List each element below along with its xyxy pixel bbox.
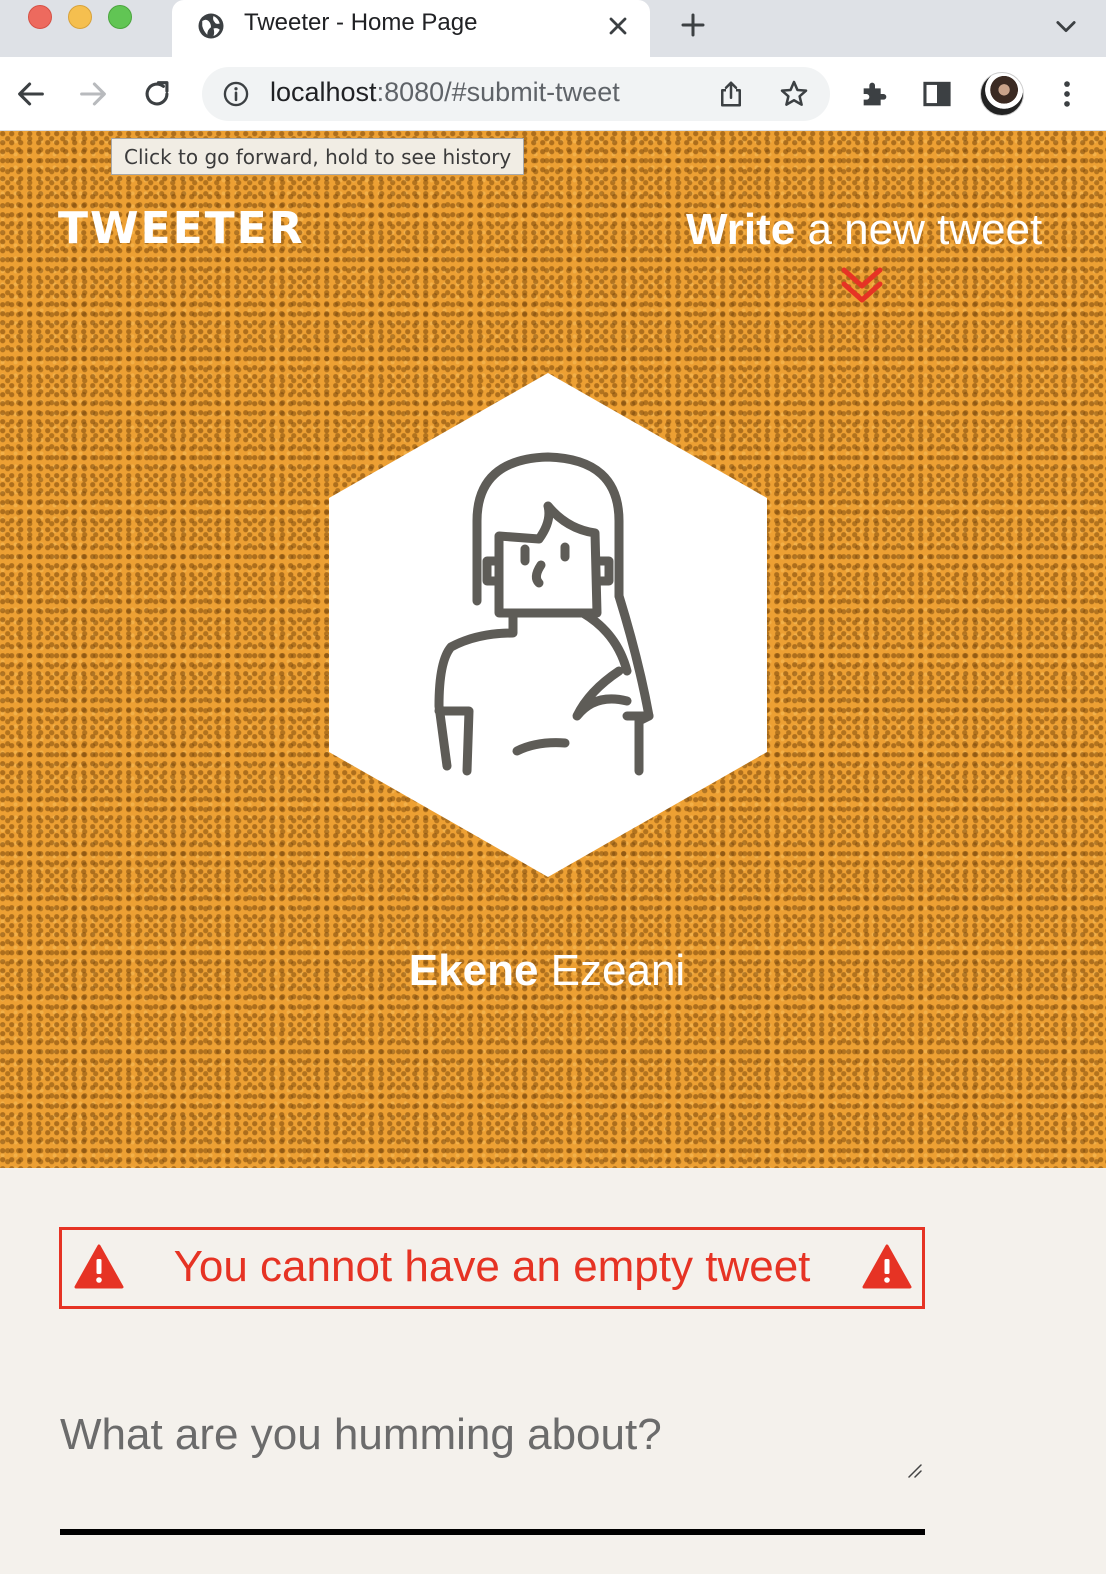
compose-bold: Write: [686, 205, 796, 254]
page-header: TWEETER Write a new tweet Ekene Ezeani: [0, 131, 1106, 1168]
profile-name: Ekene Ezeani: [0, 946, 1094, 996]
compose-rest: a new tweet: [795, 205, 1043, 254]
url-text[interactable]: localhost:8080/#submit-tweet: [270, 77, 620, 108]
new-tab-icon[interactable]: [678, 10, 708, 40]
globe-icon: [198, 13, 224, 39]
reload-icon[interactable]: [140, 77, 174, 111]
error-text: You cannot have an empty tweet: [173, 1242, 811, 1291]
extensions-icon[interactable]: [858, 77, 892, 111]
tab-title: Tweeter - Home Page: [244, 9, 478, 36]
star-icon[interactable]: [778, 78, 810, 110]
share-icon[interactable]: [716, 79, 746, 109]
warning-icon: [862, 1244, 912, 1289]
minimize-window-button[interactable]: [68, 5, 92, 29]
profile-first-name: Ekene: [408, 946, 539, 995]
browser-toolbar: localhost:8080/#submit-tweet: [0, 57, 1106, 131]
close-tab-icon[interactable]: [604, 12, 632, 40]
forward-arrow-icon[interactable]: [76, 77, 110, 111]
info-icon[interactable]: [222, 80, 250, 108]
address-bar[interactable]: localhost:8080/#submit-tweet: [202, 67, 830, 121]
maximize-window-button[interactable]: [108, 5, 132, 29]
browser-tab[interactable]: Tweeter - Home Page: [172, 0, 650, 57]
woman-avatar-icon: [329, 373, 767, 877]
close-window-button[interactable]: [28, 5, 52, 29]
browser-tab-strip: Tweeter - Home Page: [0, 0, 1106, 57]
url-host: localhost: [270, 77, 377, 107]
chevron-down-icon[interactable]: [1052, 12, 1080, 40]
write-tweet-link[interactable]: Write a new tweet: [686, 205, 1042, 255]
back-arrow-icon[interactable]: [14, 77, 48, 111]
profile-last-name: Ezeani: [538, 946, 686, 995]
double-chevron-down-icon[interactable]: [840, 266, 884, 306]
forward-button-tooltip: Click to go forward, hold to see history: [111, 138, 525, 175]
tweet-textarea[interactable]: [60, 1410, 925, 1530]
textarea-underline: [60, 1529, 925, 1535]
more-vert-icon[interactable]: [1050, 77, 1084, 111]
brand-logo[interactable]: TWEETER: [58, 203, 305, 254]
resize-handle-icon[interactable]: [906, 1462, 922, 1478]
side-panel-icon[interactable]: [920, 77, 954, 111]
url-path: :8080/#submit-tweet: [376, 77, 620, 107]
error-message: You cannot have an empty tweet: [59, 1227, 925, 1309]
profile-avatar[interactable]: [980, 72, 1024, 116]
